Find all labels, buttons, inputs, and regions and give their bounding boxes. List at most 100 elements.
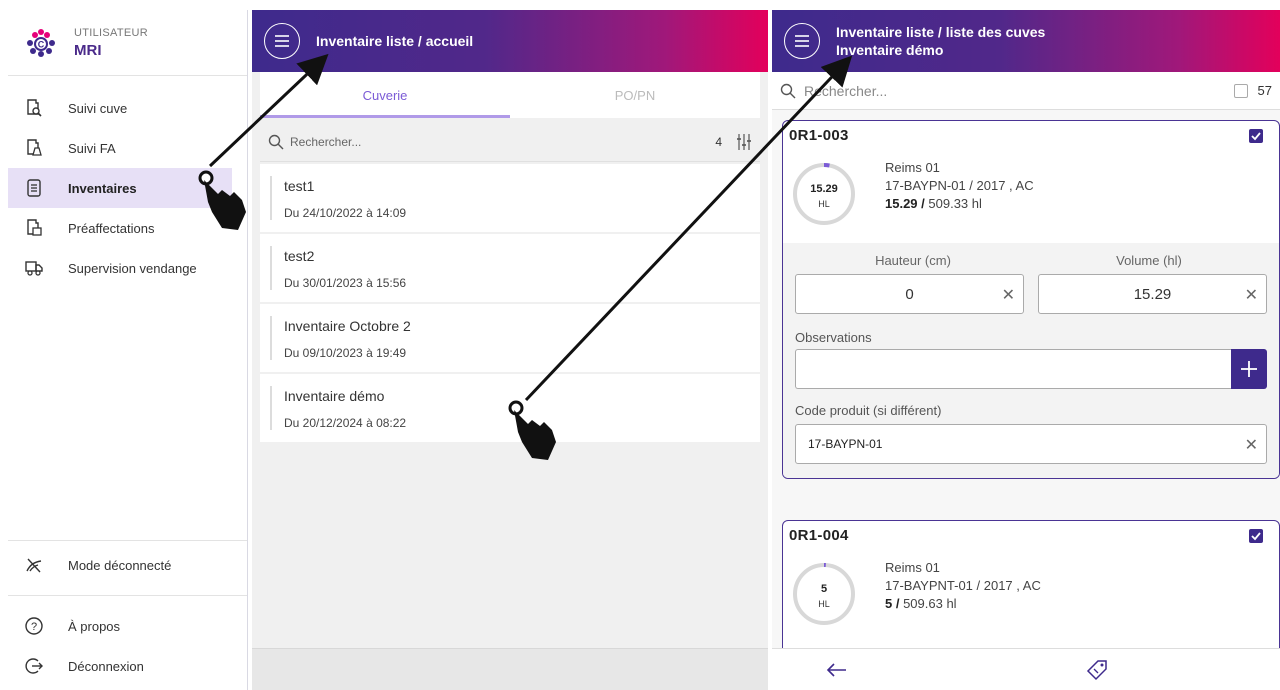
product-code-label: Code produit (si différent)	[795, 403, 942, 418]
gauge-unit: HL	[818, 599, 830, 609]
volume-value: 15.29	[1133, 285, 1172, 303]
tag-scan-icon[interactable]	[1086, 659, 1108, 681]
sidebar-menu: Suivi cuve Suivi FA Inventaires Préaffec…	[8, 76, 247, 288]
product-code-value: 17-BAYPN-01	[808, 437, 883, 451]
slash-separator: /	[917, 196, 929, 211]
tank-code: 0R1-003	[789, 127, 849, 144]
tank-card[interactable]: 0R1-003 15.29 HL Reims 01 17-BAYPN-01 / …	[782, 120, 1280, 479]
search-input[interactable]: Rechercher...	[804, 83, 1234, 99]
back-arrow-icon[interactable]	[826, 661, 848, 679]
divider	[8, 595, 247, 596]
about-label: À propos	[68, 618, 121, 634]
clear-icon[interactable]: ✕	[1245, 435, 1258, 455]
menu-button[interactable]	[784, 23, 820, 59]
search-icon	[268, 134, 284, 149]
inventory-icon	[27, 179, 41, 197]
sidebar-item-label: Suivi FA	[68, 140, 116, 156]
sidebar: C UTILISATEUR MRI Suivi cuve Suivi FA In…	[8, 10, 248, 690]
tab-po-pn[interactable]: PO/PN	[510, 72, 760, 118]
offline-mode-label: Mode déconnecté	[68, 557, 172, 573]
tank-list-panel: Inventaire liste / liste des cuves Inven…	[772, 10, 1280, 690]
tank-volume: 15.29	[885, 196, 918, 211]
help-circle-icon: ?	[25, 617, 43, 635]
tank-assign-icon	[27, 219, 42, 236]
panel-header: Inventaire liste / accueil	[252, 10, 768, 72]
tank-site: Reims 01	[885, 160, 940, 175]
result-count: 57	[1257, 83, 1272, 98]
search-input[interactable]: Rechercher...	[290, 135, 715, 149]
logout-icon	[25, 658, 43, 674]
offline-mode-toggle[interactable]: Mode déconnecté	[8, 545, 171, 585]
inventory-date: Du 09/10/2023 à 19:49	[284, 346, 407, 360]
gauge-unit: HL	[818, 199, 830, 209]
check-icon	[1251, 132, 1261, 141]
slash-separator: /	[892, 596, 904, 611]
bottom-bar	[772, 648, 1280, 690]
sidebar-item-label: Supervision vendange	[68, 260, 197, 276]
logout-label: Déconnexion	[68, 658, 144, 674]
inventory-title: Inventaire démo	[284, 388, 385, 404]
volume-label: Volume (hl)	[1116, 253, 1182, 268]
inventory-home-panel: Inventaire liste / accueil Cuverie PO/PN…	[252, 10, 768, 690]
list-item[interactable]: test1 Du 24/10/2022 à 14:09	[260, 164, 760, 232]
user-name: MRI	[74, 41, 102, 59]
logout-button[interactable]: Déconnexion	[8, 646, 144, 686]
height-input[interactable]: 0 ✕	[795, 274, 1024, 314]
menu-button[interactable]	[264, 23, 300, 59]
sidebar-item-label: Inventaires	[68, 180, 137, 196]
search-bar[interactable]: Rechercher... 4	[260, 122, 760, 162]
check-icon	[1251, 532, 1261, 541]
add-observation-button[interactable]	[1231, 349, 1267, 389]
svg-text:C: C	[38, 39, 45, 49]
clear-icon[interactable]: ✕	[1002, 285, 1015, 305]
tank-card[interactable]: 0R1-004 5 HL Reims 01 17-BAYPNT-01 / 201…	[782, 520, 1280, 660]
height-label: Hauteur (cm)	[875, 253, 951, 268]
select-all-checkbox[interactable]	[1233, 83, 1248, 98]
product-code-input[interactable]: 17-BAYPN-01 ✕	[795, 424, 1267, 464]
tank-product: 17-BAYPNT-01 / 2017 , AC	[885, 578, 1041, 593]
tab-cuverie[interactable]: Cuverie	[260, 72, 510, 118]
panel-header: Inventaire liste / liste des cuves Inven…	[772, 10, 1280, 72]
observations-input[interactable]	[795, 349, 1231, 389]
inventory-date: Du 30/01/2023 à 15:56	[284, 276, 407, 290]
user-block: C UTILISATEUR MRI	[8, 10, 247, 76]
app-logo-icon: C	[24, 26, 58, 60]
page-title: Inventaire liste / accueil	[316, 33, 474, 49]
tank-capacity: 509.63 hl	[903, 596, 957, 611]
tank-form: Hauteur (cm) Volume (hl) 0 ✕ 15.29 ✕ Obs…	[783, 243, 1279, 478]
search-icon	[780, 83, 796, 98]
filter-sliders-icon[interactable]	[736, 133, 752, 151]
tank-checkbox[interactable]	[1249, 129, 1263, 143]
gauge-value: 5	[820, 583, 828, 595]
list-item[interactable]: test2 Du 30/01/2023 à 15:56	[260, 234, 760, 302]
tank-search-icon	[27, 99, 42, 117]
sidebar-item-label: Suivi cuve	[68, 100, 128, 116]
clear-icon[interactable]: ✕	[1245, 285, 1258, 305]
tank-code: 0R1-004	[789, 527, 849, 544]
offline-icon	[26, 558, 42, 573]
search-bar[interactable]: Rechercher... 57	[772, 72, 1280, 110]
hamburger-icon	[795, 35, 809, 47]
observations-label: Observations	[795, 330, 872, 345]
list-item[interactable]: Inventaire démo Du 20/12/2024 à 08:22	[260, 374, 760, 442]
inventory-date: Du 20/12/2024 à 08:22	[284, 416, 407, 430]
sidebar-item-supervision-vendange[interactable]: Supervision vendange	[8, 248, 247, 288]
tank-checkbox[interactable]	[1249, 529, 1263, 543]
tank-product: 17-BAYPN-01 / 2017 , AC	[885, 178, 1034, 193]
tank-flask-icon	[27, 139, 42, 156]
svg-text:?: ?	[31, 621, 37, 633]
truck-icon	[25, 261, 43, 276]
hamburger-icon	[275, 35, 289, 47]
sidebar-item-suivi-cuve[interactable]: Suivi cuve	[8, 88, 247, 128]
sidebar-item-inventaires[interactable]: Inventaires	[8, 168, 232, 208]
list-item[interactable]: Inventaire Octobre 2 Du 09/10/2023 à 19:…	[260, 304, 760, 372]
about-link[interactable]: ? À propos	[8, 606, 120, 646]
sidebar-item-suivi-fa[interactable]: Suivi FA	[8, 128, 247, 168]
page-subtitle: Inventaire démo	[836, 42, 944, 58]
volume-input[interactable]: 15.29 ✕	[1038, 274, 1267, 314]
inventory-date: Du 24/10/2022 à 14:09	[284, 206, 407, 220]
tank-capacity: 509.33 hl	[928, 196, 982, 211]
inventory-title: test1	[284, 178, 315, 194]
sidebar-item-preaffectations[interactable]: Préaffectations	[8, 208, 247, 248]
inventory-title: test2	[284, 248, 315, 264]
